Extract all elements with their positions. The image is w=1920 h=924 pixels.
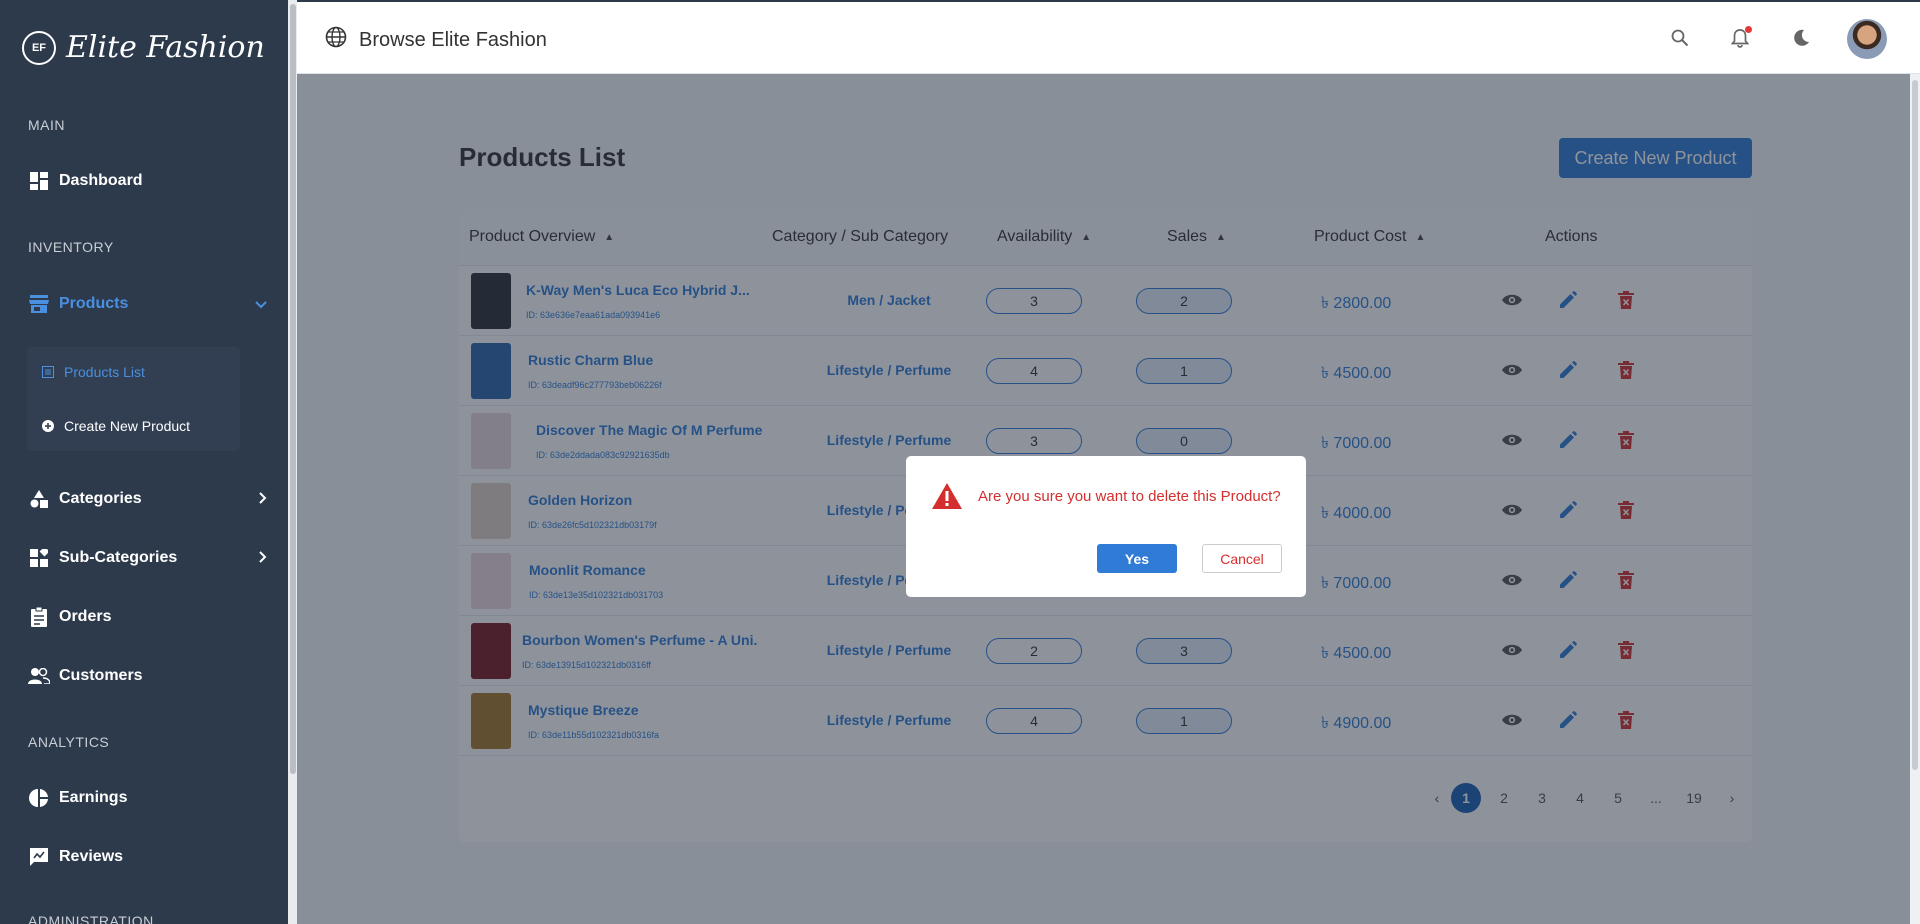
search-icon[interactable] [1668, 26, 1692, 50]
sidebar-item-label: Earnings [59, 789, 128, 806]
products-submenu: Products List Create New Product [27, 347, 240, 451]
topbar-title[interactable]: Browse Elite Fashion [325, 26, 547, 54]
warning-icon [931, 482, 963, 515]
dialog-message: Are you sure you want to delete this Pro… [978, 488, 1281, 505]
sidebar-item-label: Sub-Categories [59, 549, 178, 566]
sidebar-item-label: Dashboard [59, 172, 143, 189]
shapes-icon [28, 488, 50, 510]
sidebar-item-label: Customers [59, 667, 143, 684]
chevron-right-icon [258, 548, 268, 569]
dashboard-icon [28, 170, 50, 192]
sidebar-item-dashboard[interactable]: Dashboard [28, 170, 268, 192]
chevron-right-icon [258, 489, 268, 510]
sidebar-item-sub-categories[interactable]: Sub-Categories [28, 547, 268, 569]
sidebar-item-categories[interactable]: Categories [28, 488, 268, 510]
pie-chart-icon [28, 787, 50, 809]
bell-icon[interactable] [1728, 26, 1752, 50]
sidebar: EF Elite Fashion MAIN Dashboard INVENTOR… [0, 0, 297, 924]
sidebar-item-label: Orders [59, 608, 112, 625]
people-icon [28, 665, 50, 687]
subitem-label: Create New Product [64, 418, 191, 434]
section-main: MAIN [28, 117, 65, 133]
sidebar-item-label: Products [59, 295, 129, 312]
confirm-yes-button[interactable]: Yes [1097, 544, 1177, 573]
avatar[interactable] [1847, 19, 1887, 59]
add-circle-icon [41, 420, 54, 433]
main-scrollbar-thumb[interactable] [1912, 80, 1918, 770]
confirm-cancel-button[interactable]: Cancel [1202, 544, 1282, 573]
notification-dot [1745, 26, 1752, 33]
rate-review-icon [28, 846, 50, 868]
sidebar-item-label: Categories [59, 490, 142, 507]
topbar-title-text: Browse Elite Fashion [359, 28, 547, 51]
store-icon [28, 293, 50, 315]
list-icon [41, 366, 54, 379]
section-analytics: ANALYTICS [28, 734, 110, 750]
sidebar-item-products[interactable]: Products [28, 293, 268, 315]
moon-icon[interactable] [1789, 26, 1813, 50]
widgets-icon [28, 547, 50, 569]
sidebar-item-label: Reviews [59, 848, 124, 865]
sidebar-scrollbar-thumb[interactable] [290, 4, 296, 774]
chevron-down-icon [254, 294, 268, 315]
sidebar-item-earnings[interactable]: Earnings [28, 787, 268, 809]
subitem-label: Products List [64, 364, 145, 380]
sidebar-subitem-products-list[interactable]: Products List [41, 364, 145, 380]
brand-name: Elite Fashion [66, 30, 265, 65]
delete-confirm-dialog: Are you sure you want to delete this Pro… [906, 456, 1306, 597]
section-administration: ADMINISTRATION [28, 913, 154, 924]
sidebar-item-reviews[interactable]: Reviews [28, 846, 268, 868]
sidebar-item-customers[interactable]: Customers [28, 665, 268, 687]
sidebar-subitem-create-product[interactable]: Create New Product [41, 418, 190, 434]
brand-logo[interactable]: EF Elite Fashion [22, 30, 265, 65]
globe-icon [325, 26, 347, 54]
section-inventory: INVENTORY [28, 239, 114, 255]
sidebar-item-orders[interactable]: Orders [28, 606, 268, 628]
clipboard-icon [28, 606, 50, 628]
topbar: Browse Elite Fashion [297, 0, 1920, 74]
logo-mark: EF [22, 30, 56, 65]
